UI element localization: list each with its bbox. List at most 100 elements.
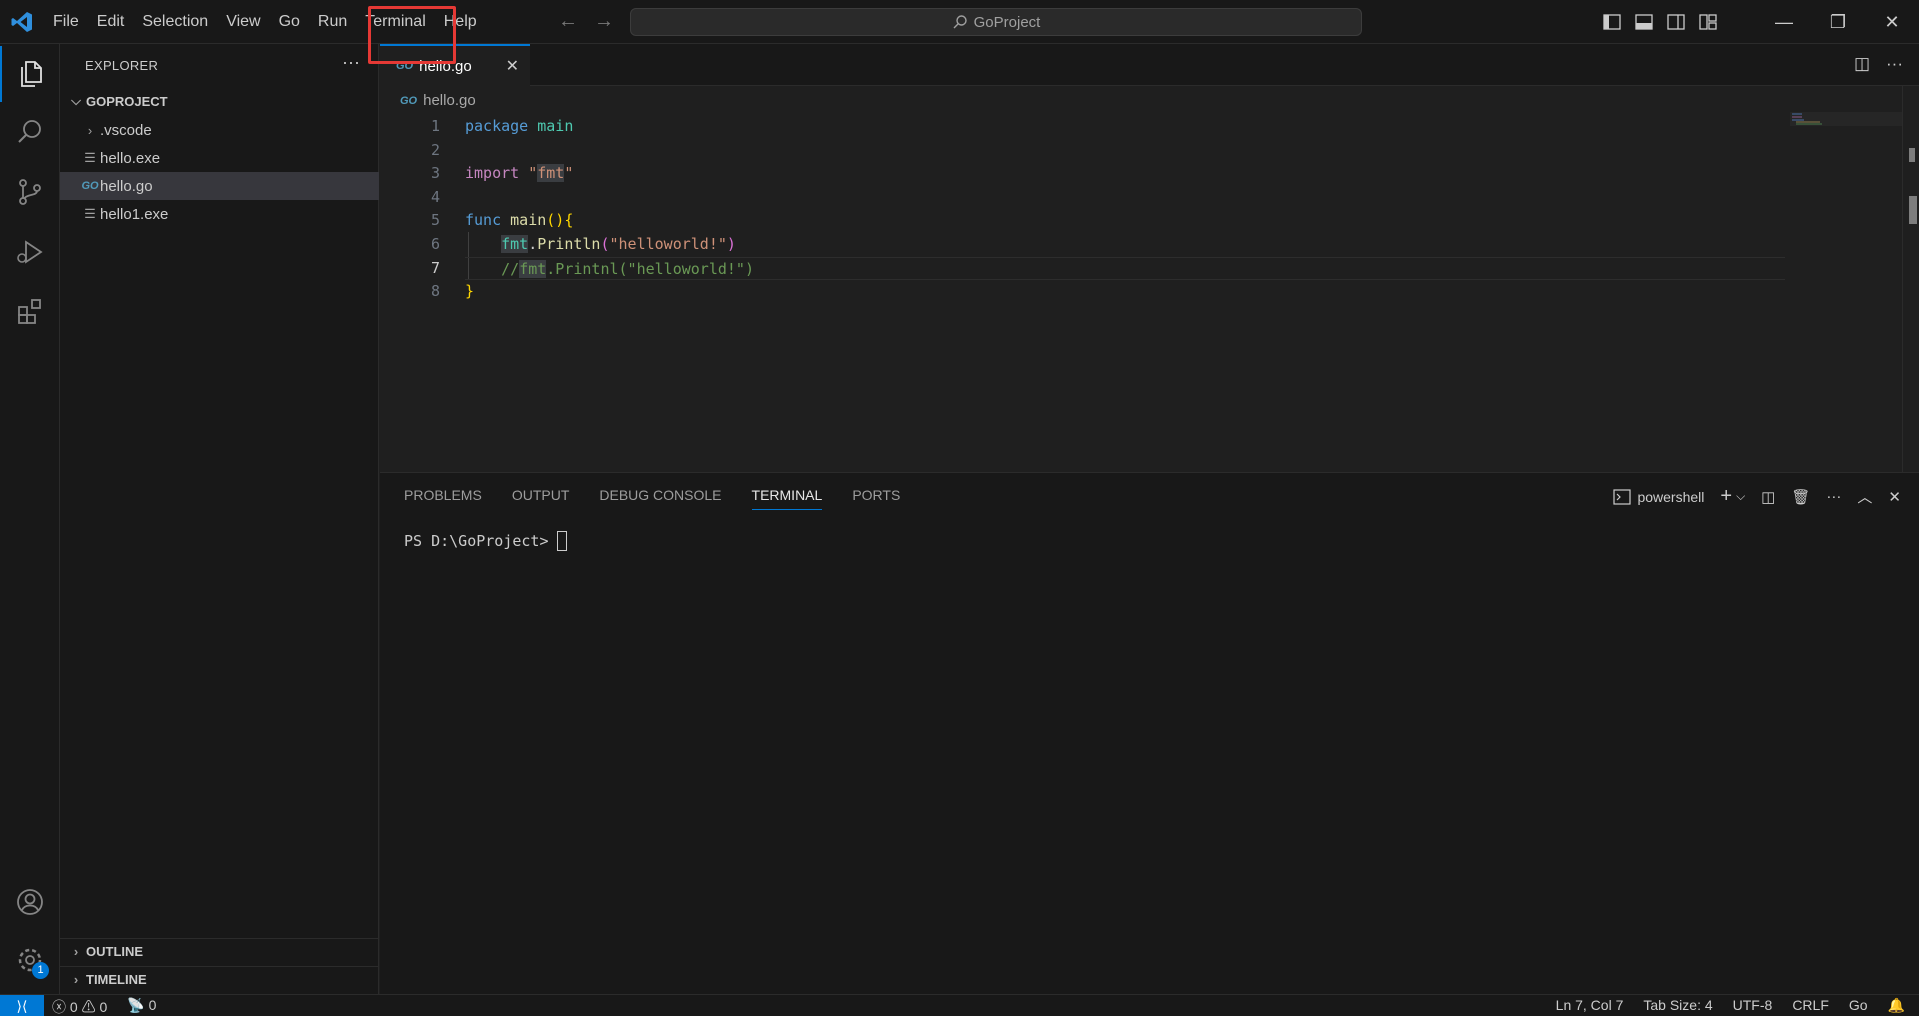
chevron-right-icon: › [87,122,93,138]
tab-output[interactable]: OUTPUT [512,487,570,510]
language-mode[interactable]: Go [1849,997,1868,1014]
toggle-primary-sidebar-icon[interactable] [1601,11,1623,33]
search-icon [953,15,967,29]
code-line-7: //fmt.Printnl("helloworld!") [465,256,1785,281]
tree-item-vscode[interactable]: › .vscode [60,116,379,144]
trash-icon[interactable]: 🗑 [1791,488,1810,506]
tab-ports[interactable]: PORTS [852,487,900,510]
source-control-icon[interactable] [0,164,60,220]
folder-name: GOPROJECT [86,93,168,109]
close-tab-icon[interactable]: ✕ [506,56,519,76]
warning-count: 0 [99,999,108,1015]
more-actions-icon[interactable]: ··· [1886,54,1903,74]
extensions-icon[interactable] [0,284,60,340]
tab-size[interactable]: Tab Size: 4 [1643,997,1712,1014]
menu-file[interactable]: File [44,0,88,44]
layout-controls [1601,11,1719,33]
more-actions-icon[interactable]: ··· [342,52,360,73]
outline-section[interactable]: › OUTLINE [60,938,379,964]
command-center-search[interactable]: GoProject [630,8,1362,36]
restore-window-icon[interactable]: ❐ [1811,0,1865,44]
menu-go[interactable]: Go [270,0,309,44]
toggle-panel-icon[interactable] [1633,11,1655,33]
close-window-icon[interactable]: ✕ [1865,0,1919,44]
split-terminal-icon[interactable]: ◫ [1761,488,1775,506]
status-left: ⓧ 0 ⚠ 0 📡 0 [52,997,156,1016]
navigation-arrows: ← → [558,10,614,32]
new-terminal-plus-icon[interactable]: + [1720,485,1732,508]
code-lines[interactable]: package main import "fmt" func main(){ f… [465,115,1785,304]
bottom-panel: PROBLEMS OUTPUT DEBUG CONSOLE TERMINAL P… [380,472,1919,994]
scrollbar-thumb[interactable] [1909,196,1917,224]
chevron-right-icon: › [73,972,79,987]
status-right: Ln 7, Col 7 Tab Size: 4 UTF-8 CRLF Go 🔔 [1556,997,1905,1014]
chevron-down-icon[interactable]: ⌵ [1736,489,1745,504]
timeline-label: TIMELINE [86,972,147,987]
maximize-panel-chevron-up-icon[interactable]: ︿ [1857,486,1872,507]
tree-item-hello1-exe[interactable]: ☰ hello1.exe [60,200,379,228]
editor-scrollbar[interactable] [1902,86,1919,472]
terminal-icon [1613,488,1632,505]
manage-gear-icon[interactable]: 1 [0,932,60,988]
editor-tabs: GO hello.go ✕ ◫ ··· [380,44,1919,86]
search-sidebar-icon[interactable] [0,104,60,160]
notification-badge: 1 [32,962,49,979]
minimap[interactable] [1790,112,1902,132]
terminal-shell-selector[interactable]: powershell [1613,489,1704,505]
menu-selection[interactable]: Selection [133,0,217,44]
tree-item-label: hello.go [100,177,153,195]
line-number: 2 [430,140,440,159]
forward-arrow-icon[interactable]: → [594,10,614,32]
terminal-output[interactable]: PS D:\GoProject> [404,531,567,551]
shell-name: powershell [1637,488,1705,505]
error-count: 0 [69,999,78,1015]
ports-status[interactable]: 📡 0 [127,997,156,1016]
customize-layout-icon[interactable] [1697,11,1719,33]
back-arrow-icon[interactable]: ← [558,10,578,32]
run-debug-icon[interactable] [0,224,60,280]
toggle-secondary-sidebar-icon[interactable] [1665,11,1687,33]
breadcrumb-file[interactable]: hello.go [423,92,476,109]
accounts-icon[interactable] [0,874,60,930]
line-number-gutter: 1 2 3 4 5 6 7 8 [400,115,440,304]
split-editor-icon[interactable]: ◫ [1854,54,1870,74]
code-line-6: fmt.Println("helloworld!") [501,234,736,253]
title-right-controls: — ❐ ✕ [1601,0,1919,44]
problems-status[interactable]: ⓧ 0 ⚠ 0 [52,997,107,1016]
line-number: 8 [430,282,440,301]
bell-icon[interactable]: 🔔 [1888,997,1905,1014]
tree-item-label: .vscode [100,121,152,139]
scrollbar-marker [1909,148,1915,162]
encoding[interactable]: UTF-8 [1733,997,1773,1014]
line-number: 1 [430,117,440,135]
go-file-icon: GO [400,94,418,107]
folder-goproject[interactable]: ⌵ GOPROJECT [60,90,379,112]
end-of-line[interactable]: CRLF [1792,997,1829,1014]
tab-debug-console[interactable]: DEBUG CONSOLE [599,487,721,510]
line-number-current: 7 [430,258,440,277]
cursor-position[interactable]: Ln 7, Col 7 [1556,997,1624,1014]
remote-indicator-icon[interactable]: ⟩⟨ [0,995,44,1016]
timeline-section[interactable]: › TIMELINE [60,966,379,992]
tab-problems[interactable]: PROBLEMS [404,487,482,510]
tree-item-hello-go[interactable]: GO hello.go [60,172,379,200]
code-line-3: import "fmt" [465,164,574,183]
code-line-1: package main [465,117,574,135]
more-actions-icon[interactable]: ··· [1826,488,1841,505]
menu-edit[interactable]: Edit [88,0,134,44]
menu-run[interactable]: Run [309,0,356,44]
sidebar-title: EXPLORER [85,58,159,73]
line-number: 4 [430,187,440,206]
outline-label: OUTLINE [86,944,144,959]
tree-item-hello-exe[interactable]: ☰ hello.exe [60,144,379,172]
code-line-8: } [465,282,475,301]
minimize-window-icon[interactable]: — [1757,0,1811,44]
tab-terminal[interactable]: TERMINAL [751,487,823,510]
explorer-icon[interactable] [0,46,60,102]
menu-view[interactable]: View [217,0,269,44]
tree-item-label: hello.exe [100,149,161,167]
close-panel-icon[interactable]: ✕ [1888,488,1901,506]
editor-actions: ◫ ··· [1854,54,1903,74]
